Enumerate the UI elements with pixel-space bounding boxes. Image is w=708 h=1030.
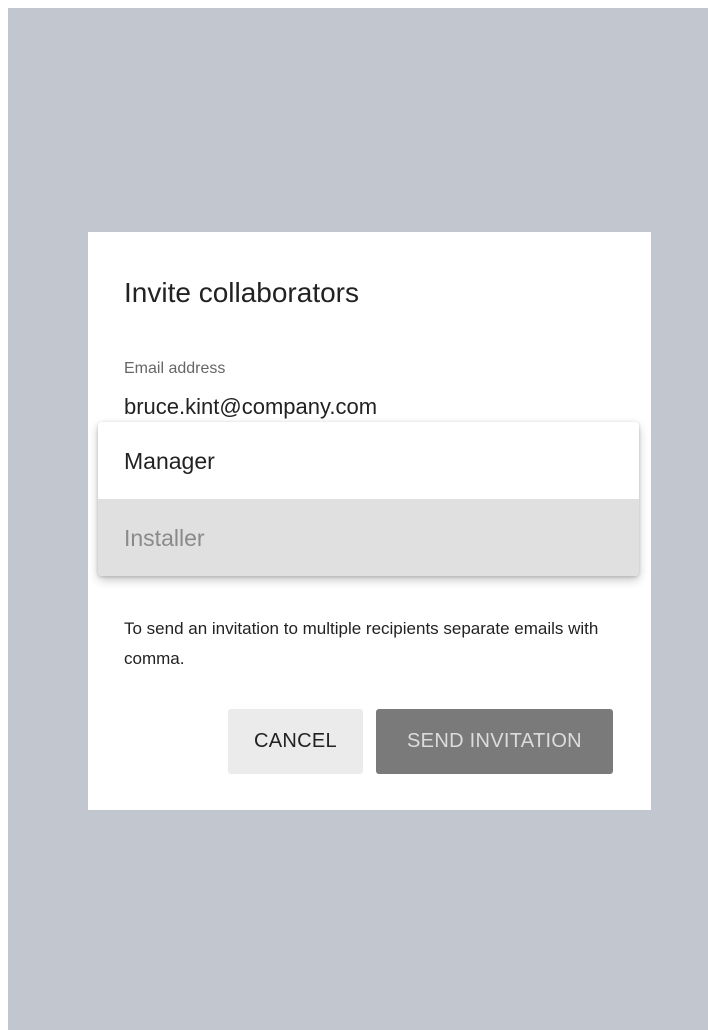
cancel-button[interactable]: CANCEL — [228, 709, 363, 774]
role-option-installer[interactable]: Installer — [98, 499, 639, 576]
email-field-label: Email address — [124, 360, 226, 377]
role-option-label: Installer — [124, 525, 205, 551]
email-field[interactable]: bruce.kint@company.com — [124, 392, 377, 422]
send-invitation-button[interactable]: SEND INVITATION — [376, 709, 613, 774]
helper-text: To send an invitation to multiple recipi… — [124, 619, 599, 668]
role-option-label: Manager — [124, 448, 215, 474]
role-option-manager[interactable]: Manager — [98, 422, 639, 499]
dialog-title: Invite collaborators — [124, 277, 360, 308]
role-dropdown-menu: Manager Installer — [98, 422, 639, 576]
invite-dialog: Invite collaborators Email address bruce… — [88, 232, 651, 810]
backdrop-overlay[interactable]: Invite collaborators Email address bruce… — [8, 8, 708, 1030]
